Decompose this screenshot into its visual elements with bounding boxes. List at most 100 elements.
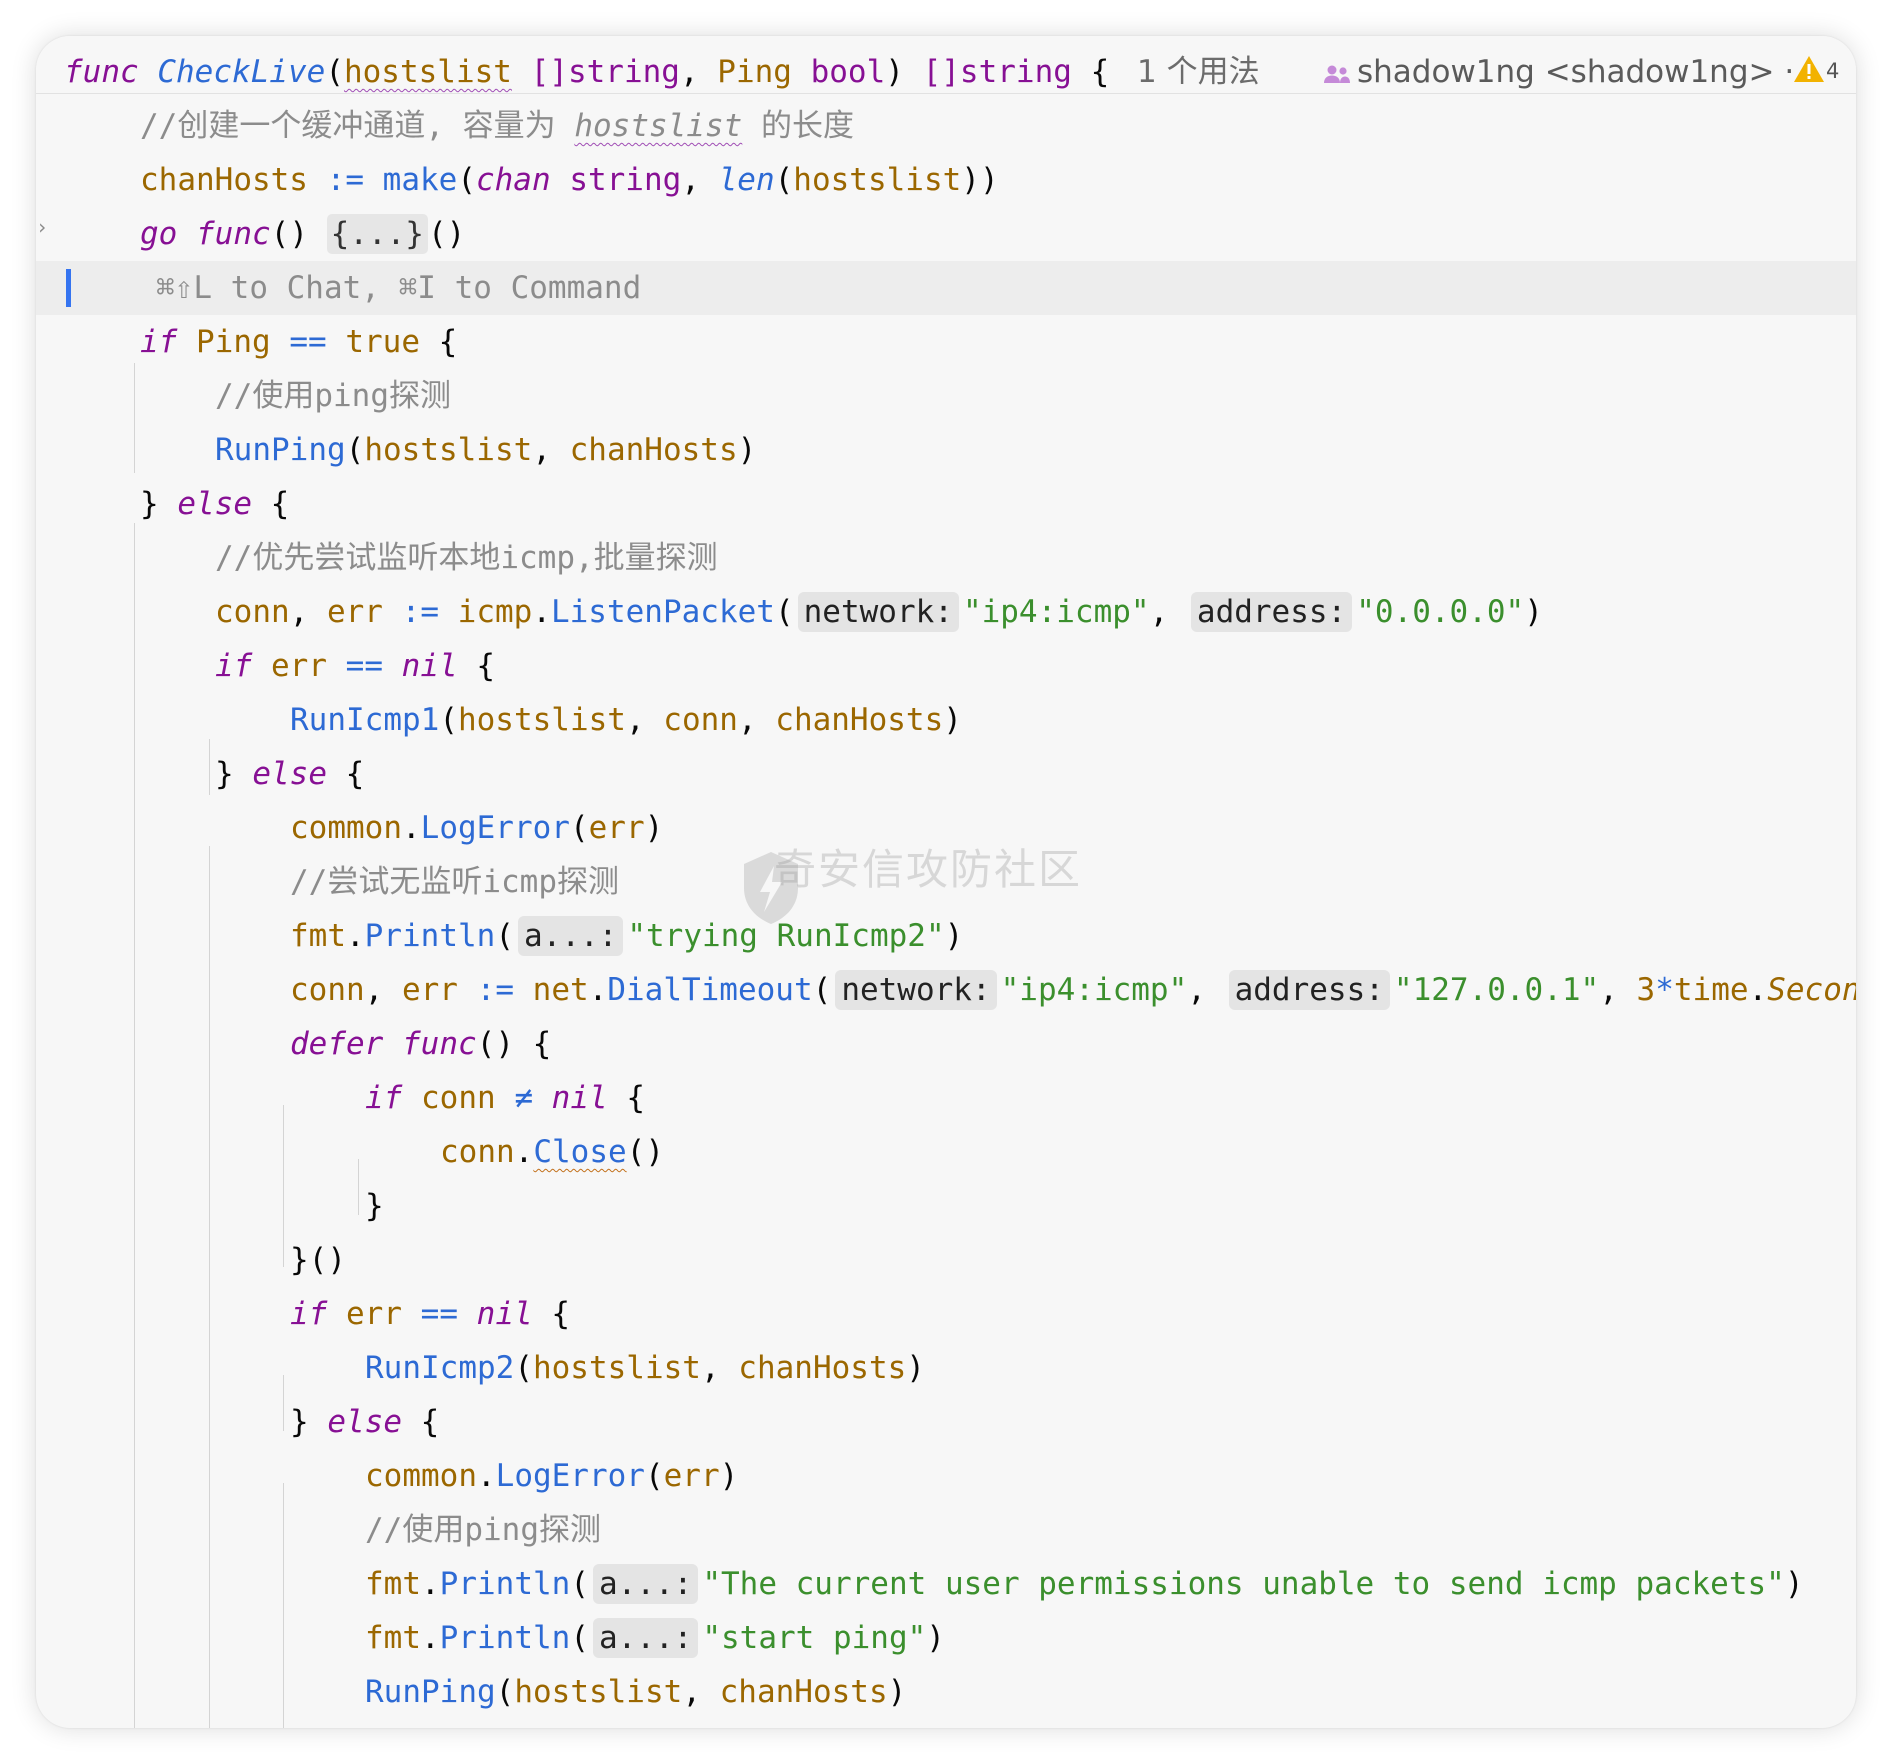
param-hint: network: bbox=[797, 592, 959, 632]
identifier[interactable]: conn bbox=[290, 972, 365, 1008]
identifier[interactable]: hostslist bbox=[533, 1350, 701, 1386]
function-call[interactable]: Println bbox=[440, 1566, 571, 1602]
literal: true bbox=[345, 324, 420, 360]
constant[interactable]: Secon bbox=[1767, 972, 1856, 1008]
code-line[interactable]: conn.Close() bbox=[36, 1125, 1856, 1179]
string-literal: "0.0.0.0" bbox=[1356, 594, 1525, 630]
comment: 的长度 bbox=[742, 108, 854, 144]
code-line[interactable]: } else { bbox=[36, 477, 1856, 531]
package[interactable]: fmt bbox=[365, 1620, 421, 1656]
function-call[interactable]: Println bbox=[440, 1620, 571, 1656]
code-line[interactable]: }() bbox=[36, 1233, 1856, 1287]
code-line[interactable]: go func() {...}() bbox=[36, 207, 1856, 261]
keyword: else bbox=[177, 486, 252, 522]
identifier[interactable]: err bbox=[271, 648, 327, 684]
warning-icon[interactable] bbox=[1792, 54, 1826, 84]
function-call[interactable]: DialTimeout bbox=[607, 972, 812, 1008]
package[interactable]: common bbox=[365, 1458, 477, 1494]
builtin-call[interactable]: make bbox=[383, 162, 458, 198]
keyword: func bbox=[402, 1026, 477, 1062]
package[interactable]: fmt bbox=[365, 1566, 421, 1602]
identifier[interactable]: err bbox=[327, 594, 383, 630]
code-line[interactable]: chanHosts := make(chan string, len(hosts… bbox=[36, 153, 1856, 207]
identifier[interactable]: err bbox=[664, 1458, 720, 1494]
package[interactable]: icmp bbox=[458, 594, 533, 630]
code-line[interactable]: } bbox=[36, 1179, 1856, 1233]
code-line[interactable]: if err == nil { bbox=[36, 639, 1856, 693]
code-line[interactable]: if err == nil { bbox=[36, 1287, 1856, 1341]
keyword: go bbox=[140, 216, 178, 252]
function-call[interactable]: RunPing bbox=[365, 1674, 496, 1710]
code-line[interactable]: } else { bbox=[36, 1395, 1856, 1449]
param-hostslist[interactable]: hostslist bbox=[344, 54, 512, 90]
identifier[interactable]: chanHosts bbox=[720, 1674, 888, 1710]
identifier[interactable]: hostslist bbox=[514, 1674, 682, 1710]
identifier[interactable]: hostslist bbox=[458, 702, 626, 738]
code-line[interactable]: //使用ping探测 bbox=[36, 1503, 1856, 1557]
keyword: chan bbox=[475, 162, 551, 198]
inline-chat-hint-line[interactable]: ⌘⇧L to Chat, ⌘I to Command bbox=[36, 261, 1856, 315]
builtin-call[interactable]: len bbox=[719, 162, 775, 198]
function-name[interactable]: CheckLive bbox=[157, 54, 325, 90]
code-line[interactable]: RunIcmp2(hostslist, chanHosts) bbox=[36, 1341, 1856, 1395]
comment-ref: hostslist bbox=[574, 108, 743, 144]
code-line[interactable]: defer func() { bbox=[36, 1017, 1856, 1071]
identifier[interactable]: hostslist bbox=[364, 432, 532, 468]
function-call[interactable]: RunIcmp2 bbox=[365, 1350, 514, 1386]
code-line[interactable]: fmt.Println(a...: "trying RunIcmp2") bbox=[36, 909, 1856, 963]
warning-count[interactable]: 4 bbox=[1826, 56, 1839, 86]
code-line[interactable]: //创建一个缓冲通道, 容量为 hostslist 的长度 bbox=[36, 99, 1856, 153]
author-inlay[interactable]: shadow1ng <shadow1ng> · bbox=[1323, 45, 1794, 99]
keyword: defer bbox=[290, 1026, 384, 1062]
usages-link[interactable]: 1 个用法 bbox=[1137, 45, 1260, 99]
package[interactable]: net bbox=[533, 972, 589, 1008]
function-call[interactable]: LogError bbox=[496, 1458, 645, 1494]
identifier[interactable]: err bbox=[589, 810, 645, 846]
function-call[interactable]: Println bbox=[365, 918, 496, 954]
function-call[interactable]: LogError bbox=[421, 810, 570, 846]
code-line[interactable]: conn, err := icmp.ListenPacket(network: "… bbox=[36, 585, 1856, 639]
function-call[interactable]: RunIcmp1 bbox=[290, 702, 439, 738]
param-hint: network: bbox=[835, 970, 997, 1010]
package[interactable]: fmt bbox=[290, 918, 346, 954]
identifier[interactable]: chanHosts bbox=[738, 1350, 906, 1386]
identifier[interactable]: conn bbox=[440, 1134, 515, 1170]
code-line[interactable]: conn, err := net.DialTimeout(network: "ip… bbox=[36, 963, 1856, 1017]
code-line[interactable]: RunIcmp1(hostslist, conn, chanHosts) bbox=[36, 693, 1856, 747]
function-call[interactable]: Close bbox=[533, 1134, 626, 1170]
identifier[interactable]: conn bbox=[663, 702, 738, 738]
identifier[interactable]: chanHosts bbox=[140, 162, 308, 198]
code-line[interactable]: RunPing(hostslist, chanHosts) bbox=[36, 423, 1856, 477]
code-line[interactable]: fmt.Println(a...: "The current user permi… bbox=[36, 1557, 1856, 1611]
code-line[interactable]: if Ping == true { bbox=[36, 315, 1856, 369]
code-line[interactable]: fmt.Println(a...: "start ping") bbox=[36, 1611, 1856, 1665]
function-call[interactable]: ListenPacket bbox=[551, 594, 775, 630]
identifier[interactable]: chanHosts bbox=[570, 432, 738, 468]
function-signature[interactable]: func CheckLive(hostslist []string, Ping … bbox=[64, 45, 1109, 99]
editor-window: func CheckLive(hostslist []string, Ping … bbox=[36, 36, 1856, 1728]
code-line[interactable]: RunPing(hostslist, chanHosts) bbox=[36, 1665, 1856, 1719]
author-name: shadow1ng <shadow1ng> bbox=[1357, 54, 1775, 90]
code-line[interactable]: //优先尝试监听本地icmp,批量探测 bbox=[36, 531, 1856, 585]
identifier[interactable]: err bbox=[346, 1296, 402, 1332]
folded-block[interactable]: {...} bbox=[326, 214, 428, 254]
identifier[interactable]: chanHosts bbox=[775, 702, 943, 738]
param-ping[interactable]: Ping bbox=[717, 54, 792, 90]
identifier[interactable]: Ping bbox=[196, 324, 271, 360]
package[interactable]: common bbox=[290, 810, 402, 846]
code-line[interactable]: if conn ≠ nil { bbox=[36, 1071, 1856, 1125]
keyword: if bbox=[290, 1296, 328, 1332]
code-line[interactable]: common.LogError(err) bbox=[36, 1449, 1856, 1503]
identifier[interactable]: conn bbox=[215, 594, 290, 630]
identifier[interactable]: err bbox=[402, 972, 458, 1008]
identifier[interactable]: conn bbox=[421, 1080, 496, 1116]
code-line[interactable]: } else { bbox=[36, 747, 1856, 801]
param-hint: a...: bbox=[593, 1564, 699, 1604]
package[interactable]: time bbox=[1674, 972, 1749, 1008]
sticky-function-header[interactable]: func CheckLive(hostslist []string, Ping … bbox=[36, 36, 1856, 94]
function-call[interactable]: RunPing bbox=[215, 432, 346, 468]
identifier[interactable]: hostslist bbox=[793, 162, 961, 198]
keyword: func bbox=[196, 216, 271, 252]
keyword: nil bbox=[551, 1080, 608, 1116]
code-line[interactable]: //使用ping探测 bbox=[36, 369, 1856, 423]
